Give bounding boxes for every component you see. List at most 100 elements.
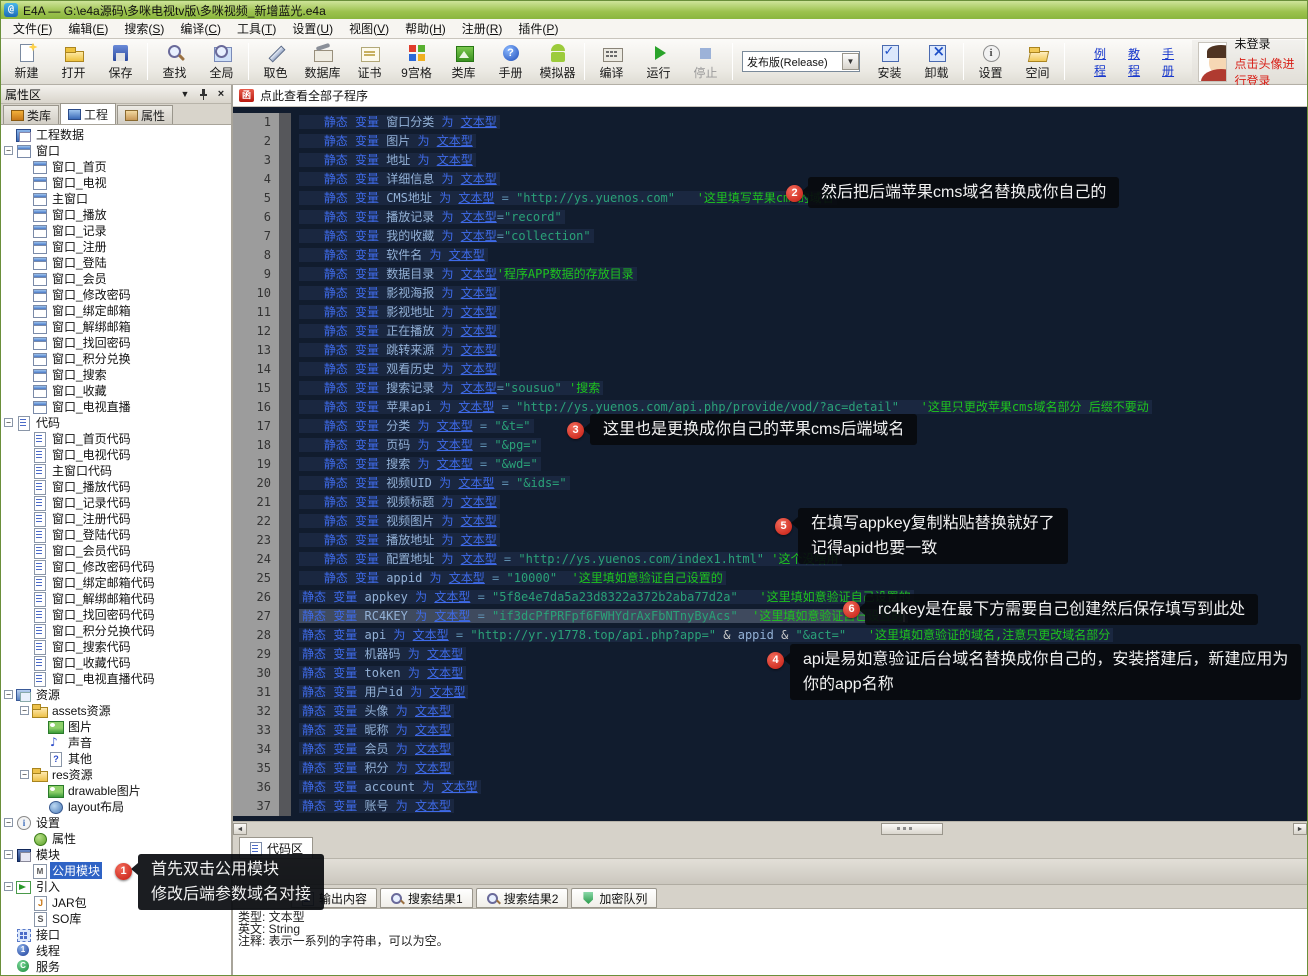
toolbar-button-settings[interactable]: 设置 — [967, 40, 1014, 83]
expander-icon[interactable]: − — [4, 850, 13, 859]
toolbar-button-save[interactable]: 保存 — [97, 40, 144, 83]
tree-item-线程[interactable]: 线程 — [1, 942, 231, 958]
code-line-8[interactable]: 8 静态 变量 软件名 为 文本型 — [233, 246, 1307, 265]
code-line-14[interactable]: 14 静态 变量 观看历史 为 文本型 — [233, 360, 1307, 379]
menu-item-注册R[interactable]: 注册(R) — [454, 18, 511, 39]
tab-code-area[interactable]: 代码区 — [239, 837, 313, 858]
code-line-16[interactable]: 16 静态 变量 苹果api 为 文本型 = "http://ys.yuenos… — [233, 398, 1307, 417]
toolbar-button-compile[interactable]: 编译 — [588, 40, 635, 83]
expander-icon[interactable]: − — [20, 770, 29, 779]
tree-item-res资源[interactable]: −res资源 — [1, 766, 231, 782]
tree-item-窗口_注册[interactable]: 窗口_注册 — [1, 238, 231, 254]
tree-item-窗口_收藏[interactable]: 窗口_收藏 — [1, 382, 231, 398]
tree-item-窗口_注册代码[interactable]: 窗口_注册代码 — [1, 510, 231, 526]
tree-item-接口[interactable]: 接口 — [1, 926, 231, 942]
code-line-22[interactable]: 22 静态 变量 视频图片 为 文本型 — [233, 512, 1307, 531]
toolbar-button-manual[interactable]: 手册 — [487, 40, 534, 83]
code-line-31[interactable]: 31静态 变量 用户id 为 文本型 — [233, 683, 1307, 702]
chevron-down-icon[interactable]: ▼ — [179, 88, 191, 100]
tree-item-模块[interactable]: −模块 — [1, 846, 231, 862]
code-line-24[interactable]: 24 静态 变量 配置地址 为 文本型 = "http://ys.yuenos.… — [233, 550, 1307, 569]
tree-item-窗口_记录[interactable]: 窗口_记录 — [1, 222, 231, 238]
expander-icon[interactable]: − — [4, 418, 13, 427]
code-line-35[interactable]: 35静态 变量 积分 为 文本型 — [233, 759, 1307, 778]
tree-item-assets资源[interactable]: −assets资源 — [1, 702, 231, 718]
tree-item-资源[interactable]: −资源 — [1, 686, 231, 702]
tree-item-声音[interactable]: 声音 — [1, 734, 231, 750]
toolbar-button-find[interactable]: 查找 — [151, 40, 198, 83]
menu-item-工具T[interactable]: 工具(T) — [229, 18, 284, 39]
code-line-4[interactable]: 4 静态 变量 详细信息 为 文本型 — [233, 170, 1307, 189]
tree-item-窗口_首页[interactable]: 窗口_首页 — [1, 158, 231, 174]
pin-icon[interactable] — [197, 88, 209, 100]
code-line-5[interactable]: 5 静态 变量 CMS地址 为 文本型 = "http://ys.yuenos.… — [233, 189, 1307, 208]
code-line-11[interactable]: 11 静态 变量 影视地址 为 文本型 — [233, 303, 1307, 322]
code-header-bar[interactable]: 函 点此查看全部子程序 — [233, 85, 1307, 107]
tree-item-窗口_首页代码[interactable]: 窗口_首页代码 — [1, 430, 231, 446]
avatar[interactable] — [1198, 42, 1226, 82]
code-line-10[interactable]: 10 静态 变量 影视海报 为 文本型 — [233, 284, 1307, 303]
toolbar-button-global[interactable]: 全局 — [198, 40, 245, 83]
code-editor[interactable]: 1 静态 变量 窗口分类 为 文本型2 静态 变量 图片 为 文本型3 静态 变… — [233, 107, 1307, 821]
tree-item-窗口_电视代码[interactable]: 窗口_电视代码 — [1, 446, 231, 462]
code-line-6[interactable]: 6 静态 变量 播放记录 为 文本型="record" — [233, 208, 1307, 227]
code-line-30[interactable]: 30静态 变量 token 为 文本型 — [233, 664, 1307, 683]
login-hint[interactable]: 点击头像进行登录 — [1235, 55, 1295, 89]
code-line-34[interactable]: 34静态 变量 会员 为 文本型 — [233, 740, 1307, 759]
toolbar-button-colorpick[interactable]: 取色 — [252, 40, 299, 83]
code-line-33[interactable]: 33静态 变量 昵称 为 文本型 — [233, 721, 1307, 740]
tree-item-设置[interactable]: −设置 — [1, 814, 231, 830]
code-line-36[interactable]: 36静态 变量 account 为 文本型 — [233, 778, 1307, 797]
tree-item-窗口_绑定邮箱[interactable]: 窗口_绑定邮箱 — [1, 302, 231, 318]
tree-item-窗口_记录代码[interactable]: 窗口_记录代码 — [1, 494, 231, 510]
tree-item-窗口_会员[interactable]: 窗口_会员 — [1, 270, 231, 286]
toolbar-button-uninstall[interactable]: 卸载 — [913, 40, 960, 83]
toolbar-button-grid9[interactable]: 9宫格 — [393, 40, 440, 83]
tab-输出内容[interactable]: 输出内容 — [291, 888, 377, 908]
link-例程[interactable]: 例程 — [1094, 45, 1106, 79]
code-line-9[interactable]: 9 静态 变量 数据目录 为 文本型'程序APP数据的存放目录 — [233, 265, 1307, 284]
toolbar-button-db[interactable]: 数据库 — [299, 40, 346, 83]
code-line-18[interactable]: 18 静态 变量 页码 为 文本型 = "&pg=" — [233, 436, 1307, 455]
tree-item-服务[interactable]: 服务 — [1, 958, 231, 974]
code-line-20[interactable]: 20 静态 变量 视频UID 为 文本型 = "&ids=" — [233, 474, 1307, 493]
toolbar-button-run[interactable]: 运行 — [635, 40, 682, 83]
tree-item-窗口_播放[interactable]: 窗口_播放 — [1, 206, 231, 222]
scroll-right-arrow[interactable]: ► — [1293, 823, 1307, 835]
toolbar-button-lib[interactable]: 类库 — [440, 40, 487, 83]
expander-icon[interactable]: − — [4, 146, 13, 155]
toolbar-button-space[interactable]: 空间 — [1014, 40, 1061, 83]
tree-item-窗口_登陆代码[interactable]: 窗口_登陆代码 — [1, 526, 231, 542]
tree-item-窗口_解绑邮箱代码[interactable]: 窗口_解绑邮箱代码 — [1, 590, 231, 606]
tree-item-主窗口代码[interactable]: 主窗口代码 — [1, 462, 231, 478]
code-line-19[interactable]: 19 静态 变量 搜索 为 文本型 = "&wd=" — [233, 455, 1307, 474]
tree-item-引入[interactable]: −引入 — [1, 878, 231, 894]
build-config-select[interactable]: 发布版(Release)▼ — [742, 51, 860, 72]
tree-item-窗口_播放代码[interactable]: 窗口_播放代码 — [1, 478, 231, 494]
tab-加密队列[interactable]: 加密队列 — [571, 888, 657, 908]
tab-类库[interactable]: 类库 — [3, 105, 59, 124]
menu-item-文件F[interactable]: 文件(F) — [5, 18, 60, 39]
tree-item-图片[interactable]: 图片 — [1, 718, 231, 734]
code-line-28[interactable]: 28静态 变量 api 为 文本型 = "http://yr.y1778.top… — [233, 626, 1307, 645]
menu-item-插件P[interactable]: 插件(P) — [510, 18, 566, 39]
tree-item-窗口_积分兑换[interactable]: 窗口_积分兑换 — [1, 350, 231, 366]
tree-item-工程数据[interactable]: 工程数据 — [1, 126, 231, 142]
code-line-26[interactable]: 26静态 变量 appkey 为 文本型 = "5f8e4e7da5a23d83… — [233, 588, 1307, 607]
tree-item-主窗口[interactable]: 主窗口 — [1, 190, 231, 206]
toolbar-button-new[interactable]: 新建 — [3, 40, 50, 83]
tree-item-窗口_绑定邮箱代码[interactable]: 窗口_绑定邮箱代码 — [1, 574, 231, 590]
tree-item-窗口_登陆[interactable]: 窗口_登陆 — [1, 254, 231, 270]
tree-item-窗口_搜索[interactable]: 窗口_搜索 — [1, 366, 231, 382]
tree-item-公用模块[interactable]: 公用模块 — [1, 862, 231, 878]
tree-item-窗口_找回密码代码[interactable]: 窗口_找回密码代码 — [1, 606, 231, 622]
tree-item-JAR包[interactable]: JAR包 — [1, 894, 231, 910]
expander-icon[interactable]: − — [4, 690, 13, 699]
tree-item-其他[interactable]: 其他 — [1, 750, 231, 766]
toolbar-button-open[interactable]: 打开 — [50, 40, 97, 83]
tree-item-窗口_电视[interactable]: 窗口_电视 — [1, 174, 231, 190]
code-line-25[interactable]: 25 静态 变量 appid 为 文本型 = "10000" '这里填如意验证自… — [233, 569, 1307, 588]
code-line-15[interactable]: 15 静态 变量 搜索记录 为 文本型="sousuo" '搜索 — [233, 379, 1307, 398]
tree-item-窗口_修改密码[interactable]: 窗口_修改密码 — [1, 286, 231, 302]
tree-item-窗口_电视直播代码[interactable]: 窗口_电视直播代码 — [1, 670, 231, 686]
